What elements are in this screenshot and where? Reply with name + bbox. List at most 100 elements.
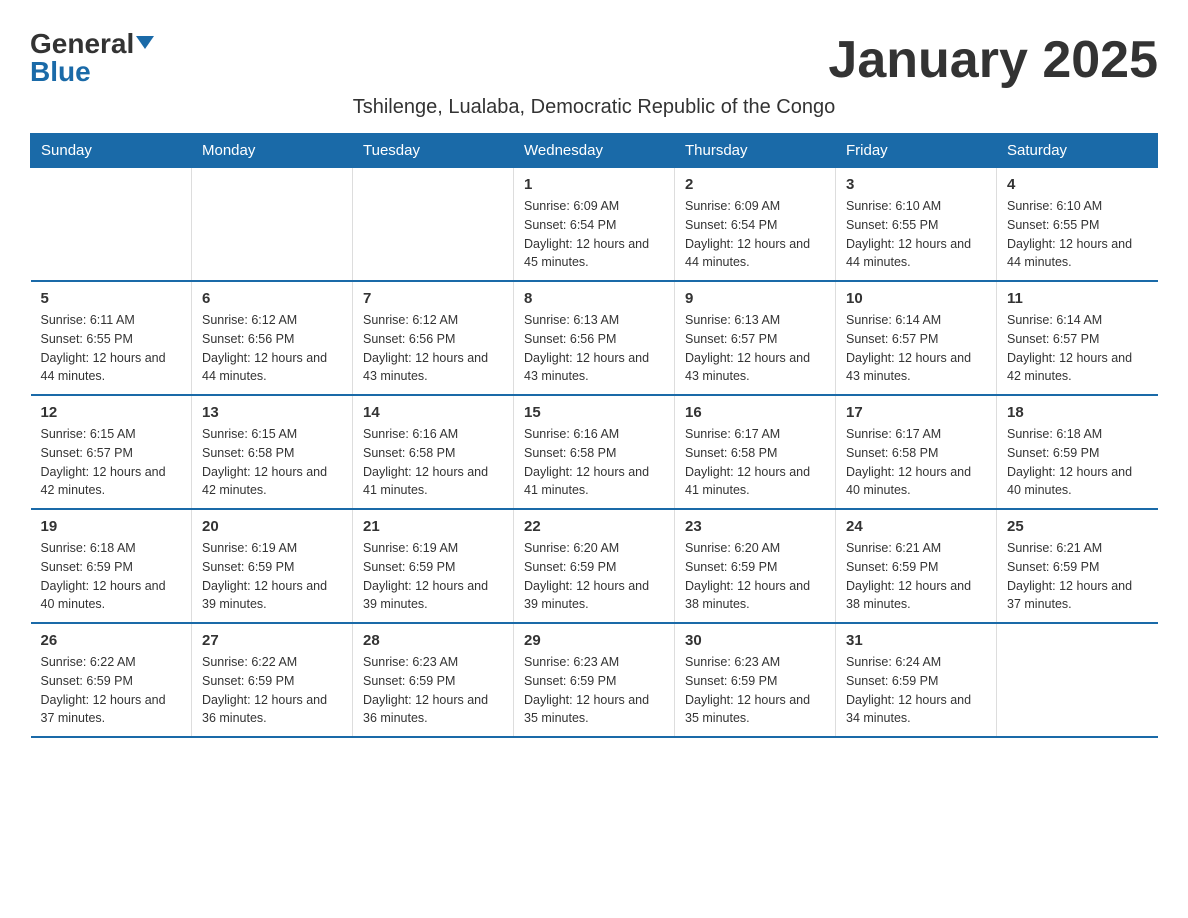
calendar-cell: 12 Sunrise: 6:15 AMSunset: 6:57 PMDayligh… [31,395,192,509]
day-info: Sunrise: 6:20 AMSunset: 6:59 PMDaylight:… [524,539,664,614]
day-info: Sunrise: 6:13 AMSunset: 6:57 PMDaylight:… [685,311,825,386]
day-number: 29 [524,632,664,649]
day-info: Sunrise: 6:11 AMSunset: 6:55 PMDaylight:… [41,311,182,386]
calendar-cell: 25 Sunrise: 6:21 AMSunset: 6:59 PMDayligh… [997,509,1158,623]
calendar-cell: 8 Sunrise: 6:13 AMSunset: 6:56 PMDaylight… [514,281,675,395]
day-number: 2 [685,176,825,193]
day-info: Sunrise: 6:15 AMSunset: 6:58 PMDaylight:… [202,425,342,500]
subtitle: Tshilenge, Lualaba, Democratic Republic … [30,96,1158,119]
calendar-body: 1 Sunrise: 6:09 AMSunset: 6:54 PMDaylight… [31,168,1158,738]
calendar-cell: 4Sunrise: 6:10 AMSunset: 6:55 PMDaylight… [997,168,1158,282]
day-info: Sunrise: 6:24 AMSunset: 6:59 PMDaylight:… [846,653,986,728]
day-number: 15 [524,404,664,421]
calendar-cell: 30Sunrise: 6:23 AMSunset: 6:59 PMDayligh… [675,623,836,737]
page-header: General Blue January 2025 [30,30,1158,90]
calendar-cell: 9 Sunrise: 6:13 AMSunset: 6:57 PMDaylight… [675,281,836,395]
day-number: 12 [41,404,182,421]
calendar-cell: 22 Sunrise: 6:20 AMSunset: 6:59 PMDayligh… [514,509,675,623]
calendar-cell [997,623,1158,737]
day-number: 16 [685,404,825,421]
day-number: 3 [846,176,986,193]
calendar-cell: 23Sunrise: 6:20 AMSunset: 6:59 PMDayligh… [675,509,836,623]
day-number: 26 [41,632,182,649]
logo-blue: Blue [30,58,91,86]
calendar-cell [353,168,514,282]
day-number: 9 [685,290,825,307]
logo: General Blue [30,30,154,86]
calendar-cell: 3 Sunrise: 6:10 AMSunset: 6:55 PMDaylight… [836,168,997,282]
day-number: 18 [1007,404,1148,421]
header-day-tuesday: Tuesday [353,134,514,168]
day-info: Sunrise: 6:16 AMSunset: 6:58 PMDaylight:… [524,425,664,500]
day-info: Sunrise: 6:14 AMSunset: 6:57 PMDaylight:… [1007,311,1148,386]
calendar-cell: 15 Sunrise: 6:16 AMSunset: 6:58 PMDayligh… [514,395,675,509]
day-number: 7 [363,290,503,307]
header-day-wednesday: Wednesday [514,134,675,168]
day-info: Sunrise: 6:10 AMSunset: 6:55 PMDaylight:… [846,197,986,272]
calendar-cell: 31Sunrise: 6:24 AMSunset: 6:59 PMDayligh… [836,623,997,737]
day-info: Sunrise: 6:09 AMSunset: 6:54 PMDaylight:… [524,197,664,272]
day-info: Sunrise: 6:09 AMSunset: 6:54 PMDaylight:… [685,197,825,272]
day-info: Sunrise: 6:19 AMSunset: 6:59 PMDaylight:… [363,539,503,614]
day-info: Sunrise: 6:20 AMSunset: 6:59 PMDaylight:… [685,539,825,614]
calendar-cell: 6Sunrise: 6:12 AMSunset: 6:56 PMDaylight… [192,281,353,395]
day-info: Sunrise: 6:15 AMSunset: 6:57 PMDaylight:… [41,425,182,500]
week-row-0: 1 Sunrise: 6:09 AMSunset: 6:54 PMDaylight… [31,168,1158,282]
day-info: Sunrise: 6:21 AMSunset: 6:59 PMDaylight:… [846,539,986,614]
logo-triangle-icon [136,36,154,49]
day-number: 8 [524,290,664,307]
header-day-sunday: Sunday [31,134,192,168]
day-number: 1 [524,176,664,193]
day-number: 19 [41,518,182,535]
day-number: 25 [1007,518,1148,535]
day-number: 11 [1007,290,1148,307]
calendar-cell: 5 Sunrise: 6:11 AMSunset: 6:55 PMDaylight… [31,281,192,395]
day-info: Sunrise: 6:23 AMSunset: 6:59 PMDaylight:… [685,653,825,728]
header-day-thursday: Thursday [675,134,836,168]
calendar-header: SundayMondayTuesdayWednesdayThursdayFrid… [31,134,1158,168]
calendar-cell: 7 Sunrise: 6:12 AMSunset: 6:56 PMDaylight… [353,281,514,395]
calendar-cell: 10Sunrise: 6:14 AMSunset: 6:57 PMDayligh… [836,281,997,395]
day-info: Sunrise: 6:17 AMSunset: 6:58 PMDaylight:… [685,425,825,500]
day-info: Sunrise: 6:18 AMSunset: 6:59 PMDaylight:… [1007,425,1148,500]
day-number: 6 [202,290,342,307]
header-day-friday: Friday [836,134,997,168]
week-row-2: 12 Sunrise: 6:15 AMSunset: 6:57 PMDayligh… [31,395,1158,509]
calendar-cell: 17 Sunrise: 6:17 AMSunset: 6:58 PMDayligh… [836,395,997,509]
day-info: Sunrise: 6:22 AMSunset: 6:59 PMDaylight:… [202,653,342,728]
day-number: 27 [202,632,342,649]
day-number: 5 [41,290,182,307]
day-number: 17 [846,404,986,421]
day-number: 20 [202,518,342,535]
day-info: Sunrise: 6:13 AMSunset: 6:56 PMDaylight:… [524,311,664,386]
day-info: Sunrise: 6:19 AMSunset: 6:59 PMDaylight:… [202,539,342,614]
day-info: Sunrise: 6:18 AMSunset: 6:59 PMDaylight:… [41,539,182,614]
calendar-cell: 16 Sunrise: 6:17 AMSunset: 6:58 PMDayligh… [675,395,836,509]
day-number: 13 [202,404,342,421]
day-info: Sunrise: 6:16 AMSunset: 6:58 PMDaylight:… [363,425,503,500]
day-number: 4 [1007,176,1148,193]
page-title: January 2025 [828,30,1158,90]
header-day-saturday: Saturday [997,134,1158,168]
day-info: Sunrise: 6:21 AMSunset: 6:59 PMDaylight:… [1007,539,1148,614]
day-number: 22 [524,518,664,535]
day-info: Sunrise: 6:17 AMSunset: 6:58 PMDaylight:… [846,425,986,500]
day-info: Sunrise: 6:12 AMSunset: 6:56 PMDaylight:… [363,311,503,386]
calendar-cell: 18 Sunrise: 6:18 AMSunset: 6:59 PMDayligh… [997,395,1158,509]
day-info: Sunrise: 6:22 AMSunset: 6:59 PMDaylight:… [41,653,182,728]
calendar-cell: 21 Sunrise: 6:19 AMSunset: 6:59 PMDayligh… [353,509,514,623]
day-number: 21 [363,518,503,535]
header-day-monday: Monday [192,134,353,168]
header-row: SundayMondayTuesdayWednesdayThursdayFrid… [31,134,1158,168]
week-row-3: 19 Sunrise: 6:18 AMSunset: 6:59 PMDayligh… [31,509,1158,623]
calendar-table: SundayMondayTuesdayWednesdayThursdayFrid… [30,133,1158,738]
week-row-4: 26 Sunrise: 6:22 AMSunset: 6:59 PMDayligh… [31,623,1158,737]
day-number: 14 [363,404,503,421]
calendar-cell: 28Sunrise: 6:23 AMSunset: 6:59 PMDayligh… [353,623,514,737]
calendar-cell: 20 Sunrise: 6:19 AMSunset: 6:59 PMDayligh… [192,509,353,623]
calendar-cell: 27 Sunrise: 6:22 AMSunset: 6:59 PMDayligh… [192,623,353,737]
calendar-cell: 11 Sunrise: 6:14 AMSunset: 6:57 PMDayligh… [997,281,1158,395]
calendar-cell: 14 Sunrise: 6:16 AMSunset: 6:58 PMDayligh… [353,395,514,509]
day-number: 24 [846,518,986,535]
calendar-cell [31,168,192,282]
